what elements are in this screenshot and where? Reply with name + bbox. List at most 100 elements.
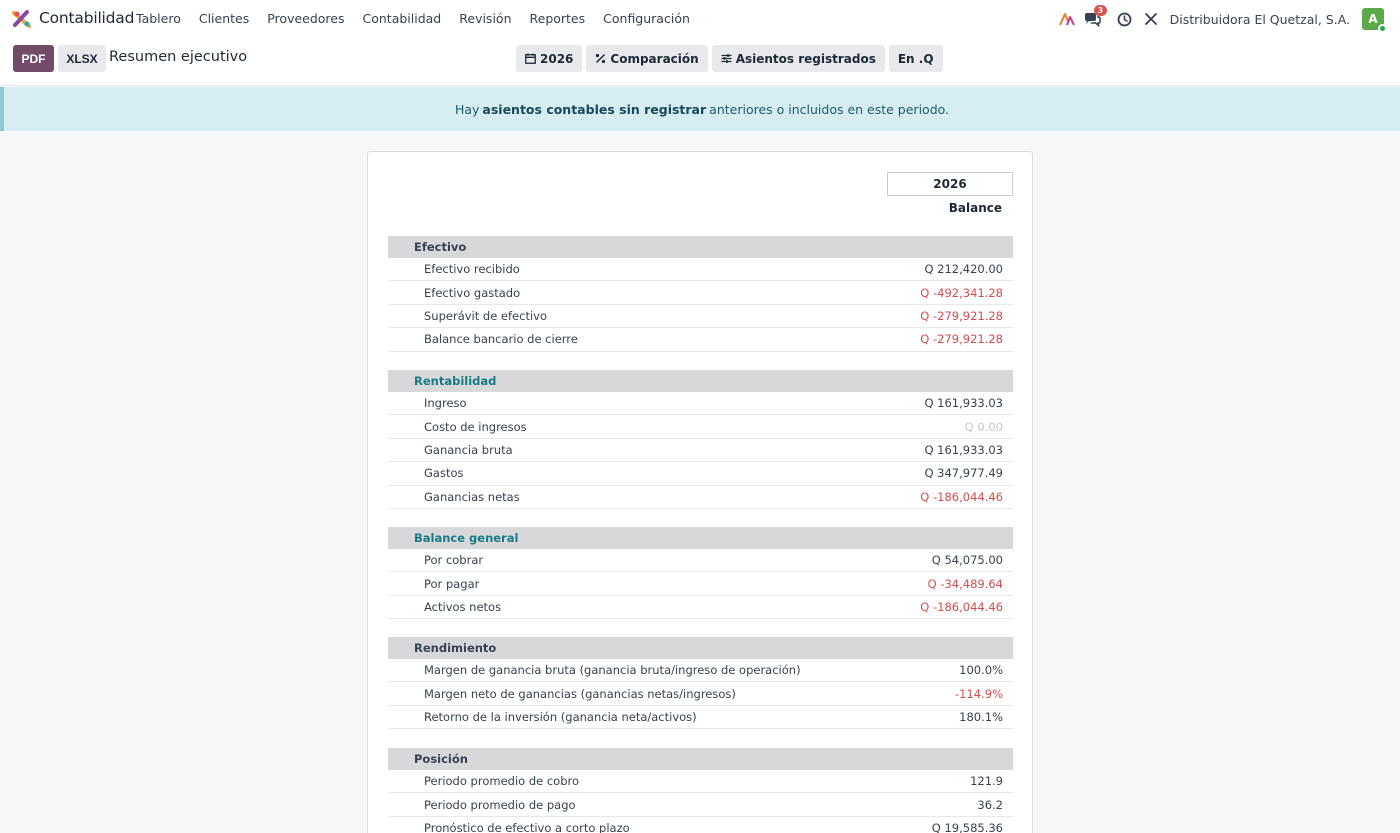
report-line[interactable]: Por cobrar Q 54,075.00 [388, 549, 1013, 573]
line-value[interactable]: Q 212,420.00 [924, 262, 1003, 276]
ai-assistant-icon[interactable] [1058, 10, 1076, 28]
line-value[interactable]: Q -279,921.28 [920, 332, 1003, 346]
line-label: Margen neto de ganancias (ganancias neta… [424, 686, 736, 701]
report-line[interactable]: Periodo promedio de pago 36.2 [388, 793, 1013, 817]
sliders-icon [721, 54, 732, 63]
line-label: Periodo promedio de pago [424, 797, 576, 812]
date-filter-label: 2026 [540, 51, 574, 66]
line-value[interactable]: Q 0.00 [965, 420, 1003, 434]
report-line[interactable]: Retorno de la inversión (ganancia neta/a… [388, 706, 1013, 730]
line-value[interactable]: 36.2 [977, 798, 1003, 812]
comparison-filter-button[interactable]: Comparación [586, 45, 708, 72]
messages-icon[interactable]: 3 [1084, 5, 1108, 28]
line-value[interactable]: Q -186,044.46 [920, 490, 1003, 504]
comparison-filter-label: Comparación [610, 51, 699, 66]
posted-entries-filter-label: Asientos registrados [735, 51, 876, 66]
report-sheet: 2026 Balance Efectivo Efectivo recibido Q… [367, 151, 1033, 833]
report-line[interactable]: Margen de ganancia bruta (ganancia bruta… [388, 659, 1013, 683]
main-menu: Tablero Clientes Proveedores Contabilida… [136, 11, 708, 26]
xlsx-button[interactable]: XLSX [58, 45, 106, 72]
line-label: Por pagar [424, 576, 480, 591]
line-value[interactable]: -114.9% [955, 687, 1003, 701]
alert-suffix: anteriores o incluidos en este periodo. [709, 101, 950, 117]
activity-clock-icon[interactable] [1116, 10, 1134, 28]
line-label: Ganancias netas [424, 489, 520, 504]
line-value[interactable]: Q -492,341.28 [920, 286, 1003, 300]
unposted-entries-link[interactable]: asientos contables sin registrar [482, 102, 706, 117]
section-rentabilidad: Rentabilidad Ingreso Q 161,933.03 Costo d… [388, 370, 1013, 509]
section-header[interactable]: Posición [388, 748, 1013, 770]
section-efectivo: Efectivo Efectivo recibido Q 212,420.00 E… [388, 236, 1013, 352]
date-filter-button[interactable]: 2026 [516, 45, 583, 72]
line-label: Gastos [424, 466, 464, 481]
report-line[interactable]: Gastos Q 347,977.49 [388, 462, 1013, 486]
line-label: Efectivo gastado [424, 285, 521, 300]
line-value[interactable]: Q 161,933.03 [924, 396, 1003, 410]
currency-filter-button[interactable]: En .Q [888, 45, 943, 72]
line-label: Por cobrar [424, 553, 484, 568]
posted-entries-filter-button[interactable]: Asientos registrados [711, 45, 885, 72]
report-line[interactable]: Margen neto de ganancias (ganancias neta… [388, 682, 1013, 706]
line-label: Superávit de efectivo [424, 308, 548, 323]
line-value[interactable]: 180.1% [959, 710, 1003, 724]
line-value[interactable]: Q -34,489.64 [928, 577, 1003, 591]
avatar-letter: A [1368, 12, 1378, 26]
accounting-app-icon[interactable] [12, 10, 32, 28]
report-title: Resumen ejecutivo [109, 49, 248, 65]
line-value[interactable]: Q 54,075.00 [932, 553, 1003, 567]
report-line[interactable]: Ingreso Q 161,933.03 [388, 392, 1013, 416]
menu-item-tablero[interactable]: Tablero [136, 11, 181, 26]
report-line[interactable]: Periodo promedio de cobro 121.9 [388, 770, 1013, 794]
report-filters: 2026 Comparación Asientos registrados En… [516, 45, 947, 72]
report-line[interactable]: Balance bancario de cierre Q -279,921.28 [388, 328, 1013, 352]
user-avatar[interactable]: A [1362, 8, 1387, 33]
messages-count-badge: 3 [1093, 5, 1108, 16]
line-value[interactable]: Q 19,585.36 [932, 821, 1003, 833]
report-line[interactable]: Activos netos Q -186,044.46 [388, 596, 1013, 620]
line-label: Efectivo recibido [424, 262, 520, 277]
unposted-entries-alert: Hay asientos contables sin registrar ant… [0, 87, 1400, 131]
report-line[interactable]: Por pagar Q -34,489.64 [388, 572, 1013, 596]
menu-item-reportes[interactable]: Reportes [530, 11, 586, 26]
line-value[interactable]: 100.0% [959, 663, 1003, 677]
report-line[interactable]: Ganancia bruta Q 161,933.03 [388, 439, 1013, 463]
online-status-dot [1378, 24, 1387, 33]
menu-item-revision[interactable]: Revisión [459, 11, 511, 26]
section-header[interactable]: Balance general [388, 527, 1013, 549]
report-line[interactable]: Superávit de efectivo Q -279,921.28 [388, 305, 1013, 329]
menu-item-proveedores[interactable]: Proveedores [267, 11, 344, 26]
menu-item-clientes[interactable]: Clientes [199, 11, 249, 26]
pdf-button[interactable]: PDF [13, 45, 54, 72]
line-label: Margen de ganancia bruta (ganancia bruta… [424, 663, 801, 678]
line-label: Retorno de la inversión (ganancia neta/a… [424, 709, 697, 724]
section-header[interactable]: Rentabilidad [388, 370, 1013, 392]
line-value[interactable]: 121.9 [970, 774, 1003, 788]
line-label: Costo de ingresos [424, 419, 527, 434]
control-panel: PDF XLSX Resumen ejecutivo 2026 Comparac… [0, 38, 1400, 86]
report-line[interactable]: Efectivo recibido Q 212,420.00 [388, 258, 1013, 282]
top-navbar: Contabilidad Tablero Clientes Proveedore… [0, 0, 1400, 38]
line-value[interactable]: Q -279,921.28 [920, 309, 1003, 323]
line-value[interactable]: Q 347,977.49 [924, 466, 1003, 480]
company-switcher[interactable]: Distribuidora El Quetzal, S.A. [1170, 12, 1350, 27]
report-line[interactable]: Efectivo gastado Q -492,341.28 [388, 281, 1013, 305]
line-label: Ganancia bruta [424, 442, 513, 457]
app-name[interactable]: Contabilidad [39, 9, 134, 27]
line-value[interactable]: Q -186,044.46 [920, 600, 1003, 614]
menu-item-contabilidad[interactable]: Contabilidad [363, 11, 442, 26]
section-balance-general: Balance general Por cobrar Q 54,075.00 Po… [388, 527, 1013, 620]
section-header[interactable]: Rendimiento [388, 637, 1013, 659]
period-column-header: 2026 [887, 172, 1013, 196]
report-line[interactable]: Ganancias netas Q -186,044.46 [388, 486, 1013, 509]
line-label: Activos netos [424, 599, 502, 614]
percent-icon [596, 53, 606, 64]
section-rendimiento: Rendimiento Margen de ganancia bruta (ga… [388, 637, 1013, 730]
alert-prefix: Hay [454, 101, 480, 117]
line-label: Balance bancario de cierre [424, 332, 578, 347]
line-value[interactable]: Q 161,933.03 [924, 443, 1003, 457]
switch-apps-icon[interactable] [1142, 10, 1160, 28]
section-header[interactable]: Efectivo [388, 236, 1013, 258]
report-line[interactable]: Pronóstico de efectivo a corto plazo Q 19… [388, 817, 1013, 833]
menu-item-configuracion[interactable]: Configuración [603, 11, 690, 26]
report-line[interactable]: Costo de ingresos Q 0.00 [388, 415, 1013, 439]
